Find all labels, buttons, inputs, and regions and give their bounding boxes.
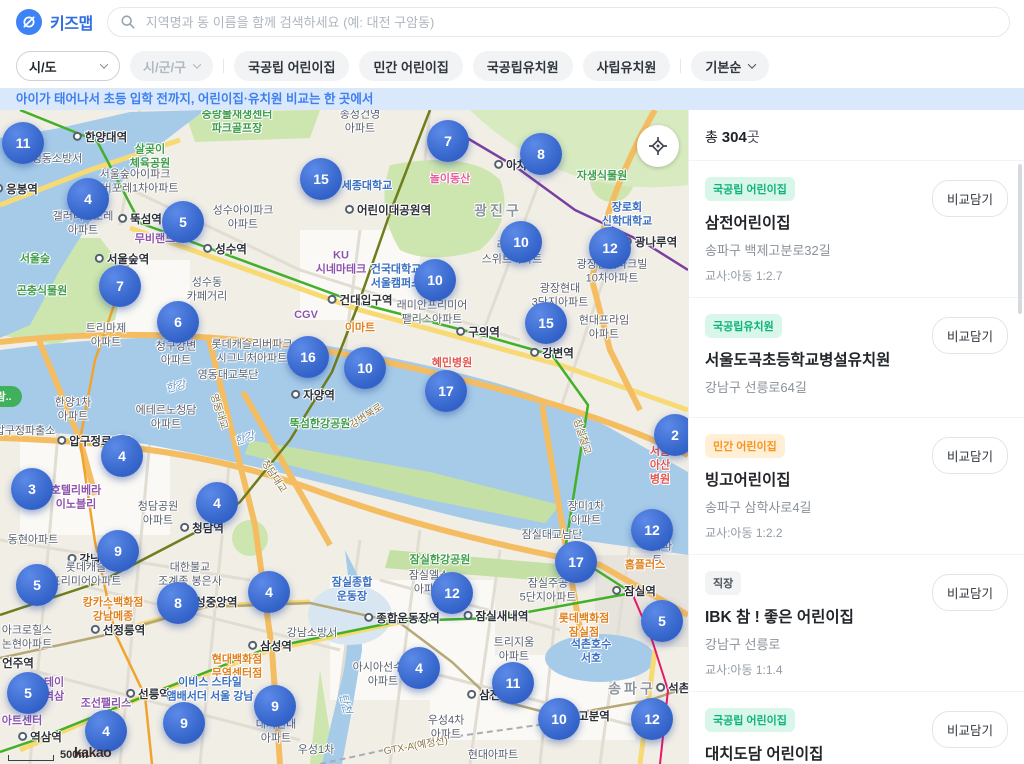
cluster-marker[interactable]: 12 <box>631 509 673 551</box>
cluster-marker[interactable]: 10 <box>500 221 542 263</box>
cluster-marker[interactable]: 17 <box>555 541 597 583</box>
facility-list: 국공립 어린이집 비교담기 삼전어린이집 송파구 백제고분로32길 교사:아동 … <box>689 161 1024 764</box>
type-filter-pill[interactable]: 민간 어린이집 <box>359 51 462 81</box>
cluster-marker[interactable]: 10 <box>344 347 386 389</box>
facility-card[interactable]: 국공립 어린이집 비교담기 삼전어린이집 송파구 백제고분로32길 교사:아동 … <box>689 161 1024 298</box>
cluster-marker[interactable]: 9 <box>254 685 296 727</box>
sort-select-label: 기본순 <box>705 57 741 76</box>
top-bar: 키즈맵 <box>0 0 1024 44</box>
cluster-marker[interactable]: 5 <box>641 600 683 642</box>
compare-button[interactable]: 비교담기 <box>932 437 1008 474</box>
map-poi-tag: 람.. <box>0 386 22 407</box>
total-prefix: 총 <box>705 129 722 145</box>
compare-button[interactable]: 비교담기 <box>932 317 1008 354</box>
cluster-marker[interactable]: 2 <box>654 414 688 456</box>
divider <box>223 59 224 73</box>
chevron-down-icon <box>748 60 756 68</box>
compare-button[interactable]: 비교담기 <box>932 180 1008 217</box>
cluster-marker[interactable]: 5 <box>16 564 58 606</box>
results-total: 총 304곳 <box>689 110 1024 161</box>
facility-address: 송파구 삼학사로4길 <box>705 497 1008 516</box>
facility-card[interactable]: 국공립 어린이집 비교담기 대치도담 어린이집 강남구 선릉로64길 교사:아동… <box>689 692 1024 764</box>
search-icon <box>120 14 136 30</box>
map-canvas[interactable]: 한양대역응봉역성동소방서살곶이 체육공원중랑물재생센터 파크골프장송정건영 아파… <box>0 110 688 764</box>
chevron-down-icon <box>193 60 201 68</box>
main-area: 한양대역응봉역성동소방서살곶이 체육공원중랑물재생센터 파크골프장송정건영 아파… <box>0 110 1024 764</box>
cluster-marker[interactable]: 9 <box>97 530 139 572</box>
cluster-marker[interactable]: 9 <box>163 702 205 744</box>
sigungu-select-label: 시/군/구 <box>143 57 186 76</box>
sidebar-scrollbar[interactable] <box>1018 164 1022 314</box>
cluster-marker[interactable]: 11 <box>492 662 534 704</box>
cluster-marker[interactable]: 8 <box>157 582 199 624</box>
cluster-marker[interactable]: 10 <box>538 698 580 740</box>
cluster-marker[interactable]: 12 <box>589 227 631 269</box>
kidsmap-app: 키즈맵 시/도 시/군/구 국공립 어린이집민간 어린이집국공립유치원사립유치원… <box>0 0 1024 764</box>
facility-type-badge: 민간 어린이집 <box>705 434 785 458</box>
type-filter-pill[interactable]: 국공립유치원 <box>473 51 573 81</box>
chevron-down-icon <box>100 60 108 68</box>
type-filter-pill[interactable]: 국공립 어린이집 <box>234 51 349 81</box>
app-logo[interactable]: 키즈맵 <box>16 9 93 35</box>
map-attribution: kakao <box>74 744 111 760</box>
cluster-marker[interactable]: 3 <box>11 468 53 510</box>
cluster-marker[interactable]: 12 <box>631 698 673 740</box>
cluster-marker[interactable]: 5 <box>162 201 204 243</box>
cluster-marker[interactable]: 15 <box>525 302 567 344</box>
search-input[interactable] <box>144 14 1009 31</box>
filter-bar: 시/도 시/군/구 국공립 어린이집 민간 어린이집 국공립유치원 사립유치원 기본순 <box>0 44 1024 88</box>
cluster-marker[interactable]: 7 <box>99 265 141 307</box>
cluster-marker[interactable]: 11 <box>2 122 44 164</box>
facility-type-badge: 직장 <box>705 571 741 595</box>
compare-button[interactable]: 비교담기 <box>932 574 1008 611</box>
app-title: 키즈맵 <box>50 10 93 34</box>
sort-select[interactable]: 기본순 <box>691 51 769 81</box>
total-suffix: 곳 <box>747 129 760 145</box>
map-clusters-layer: 1145157876101210151610172434958412171254… <box>0 110 688 764</box>
facility-address: 송파구 백제고분로32길 <box>705 240 1008 259</box>
cluster-marker[interactable]: 17 <box>425 370 467 412</box>
total-count: 304 <box>722 129 747 146</box>
cluster-marker[interactable]: 15 <box>300 158 342 200</box>
facility-address: 강남구 선릉로 <box>705 634 1008 653</box>
notice-banner: 아이가 태어나서 초등 입학 전까지, 어린이집·유치원 비교는 한 곳에서 <box>0 88 1024 110</box>
facility-ratio: 교사:아동 1:2.2 <box>705 524 1008 541</box>
facility-type-badge: 국공립 어린이집 <box>705 708 795 732</box>
cluster-marker[interactable]: 8 <box>520 133 562 175</box>
facility-type-badge: 국공립유치원 <box>705 314 782 338</box>
cluster-marker[interactable]: 12 <box>431 572 473 614</box>
locate-icon <box>647 135 669 157</box>
cluster-marker[interactable]: 4 <box>101 435 143 477</box>
facility-type-badge: 국공립 어린이집 <box>705 177 795 201</box>
sido-select-label: 시/도 <box>29 57 57 76</box>
facility-card[interactable]: 민간 어린이집 비교담기 빙고어린이집 송파구 삼학사로4길 교사:아동 1:2… <box>689 418 1024 555</box>
facility-ratio: 교사:아동 1:1.4 <box>705 661 1008 678</box>
cluster-marker[interactable]: 10 <box>414 259 456 301</box>
sido-select[interactable]: 시/도 <box>16 51 120 81</box>
divider <box>680 59 681 73</box>
cluster-marker[interactable]: 4 <box>67 178 109 220</box>
facility-card[interactable]: 직장 비교담기 IBK 참 ! 좋은 어린이집 강남구 선릉로 교사:아동 1:… <box>689 555 1024 692</box>
compare-button[interactable]: 비교담기 <box>932 711 1008 748</box>
scale-line <box>8 755 54 761</box>
type-filter-pill[interactable]: 사립유치원 <box>583 51 671 81</box>
cluster-marker[interactable]: 7 <box>427 120 469 162</box>
logo-icon <box>16 9 42 35</box>
current-location-button[interactable] <box>637 125 679 167</box>
cluster-marker[interactable]: 4 <box>196 482 238 524</box>
cluster-marker[interactable]: 6 <box>157 301 199 343</box>
cluster-marker[interactable]: 16 <box>287 336 329 378</box>
cluster-marker[interactable]: 4 <box>398 647 440 689</box>
sigungu-select[interactable]: 시/군/구 <box>130 51 213 81</box>
facility-card[interactable]: 국공립유치원 비교담기 서울도곡초등학교병설유치원 강남구 선릉로64길 <box>689 298 1024 418</box>
cluster-marker[interactable]: 4 <box>248 571 290 613</box>
search-bar[interactable] <box>107 7 1010 37</box>
facility-ratio: 교사:아동 1:2.7 <box>705 267 1008 284</box>
cluster-marker[interactable]: 5 <box>7 672 49 714</box>
facility-address: 강남구 선릉로64길 <box>705 377 1008 396</box>
results-sidebar: 총 304곳 국공립 어린이집 비교담기 삼전어린이집 송파구 백제고분로32길… <box>688 110 1024 764</box>
